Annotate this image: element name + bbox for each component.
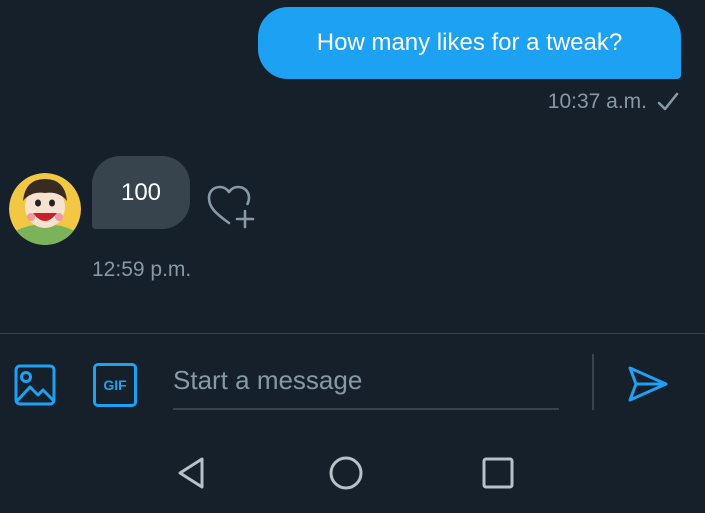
incoming-message-text: 100 <box>120 178 162 206</box>
back-triangle-icon[interactable] <box>172 453 212 493</box>
gif-button[interactable]: GIF <box>93 363 137 407</box>
home-circle-icon[interactable] <box>326 453 366 493</box>
composer-divider <box>592 354 594 410</box>
send-icon[interactable] <box>626 362 670 406</box>
outgoing-message-text: How many likes for a tweak? <box>316 29 623 56</box>
avatar[interactable] <box>9 173 81 245</box>
outgoing-message-bubble[interactable]: How many likes for a tweak? <box>258 7 681 79</box>
incoming-message-time: 12:59 p.m. <box>92 258 192 281</box>
outgoing-message-meta: 10:37 a.m. <box>548 90 679 114</box>
incoming-message-bubble[interactable]: 100 <box>92 156 190 229</box>
outgoing-message-time: 10:37 a.m. <box>547 90 647 113</box>
image-icon[interactable] <box>13 363 57 407</box>
dm-conversation-screen: How many likes for a tweak? 10:37 a.m. 1… <box>0 0 705 513</box>
heart-add-icon[interactable] <box>205 183 257 231</box>
gif-label: GIF <box>103 377 127 393</box>
check-icon <box>657 92 679 112</box>
system-navigation-bar <box>0 429 705 513</box>
message-composer: GIF <box>0 333 705 429</box>
message-input[interactable] <box>173 352 559 410</box>
recents-square-icon[interactable] <box>478 453 518 493</box>
